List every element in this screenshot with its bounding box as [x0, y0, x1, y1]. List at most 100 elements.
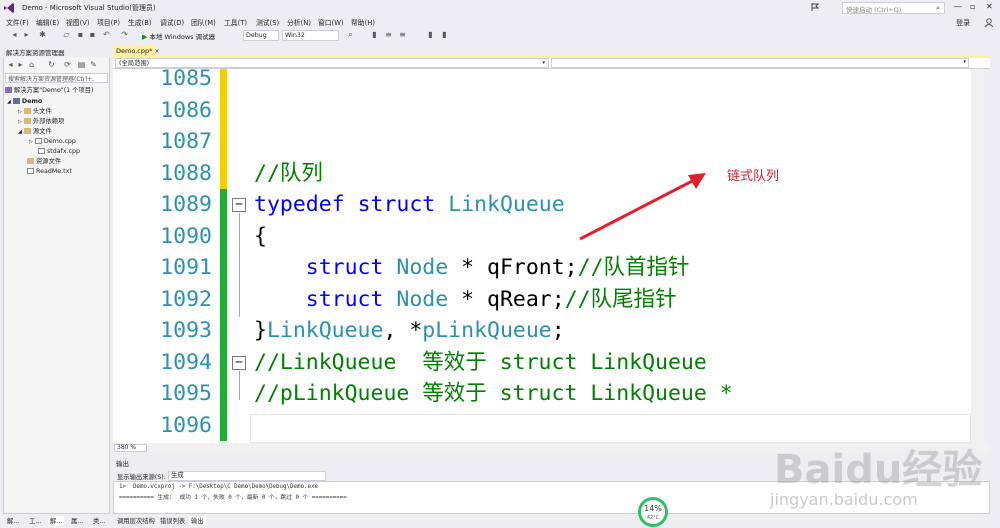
refresh-icon[interactable]: ⟳	[63, 60, 72, 69]
code-token: * qRear;	[448, 286, 565, 312]
change-tracking-bar	[220, 94, 227, 126]
menu-help[interactable]: 帮助(H)	[351, 17, 375, 27]
user-icon[interactable]	[984, 18, 994, 27]
code-token: struct	[305, 255, 384, 280]
save-icon[interactable]: ▪	[76, 30, 85, 39]
tree-item-external-deps[interactable]: ▷ 外部依赖项	[18, 117, 64, 127]
comment-icon[interactable]: ≡	[384, 30, 393, 39]
tab-solution[interactable]: 解...	[48, 516, 65, 525]
collapse-region-icon[interactable]: −	[232, 355, 246, 370]
code-line: struct Node * qFront;//队首指针	[254, 252, 690, 283]
tree-item-stdafx-cpp[interactable]: stdafx.cpp	[38, 147, 80, 156]
bookmark-next-icon[interactable]: ▮	[426, 30, 435, 39]
menu-team[interactable]: 团队(M)	[191, 17, 216, 27]
navigate-forward-icon[interactable]: ▸	[22, 30, 31, 39]
code-line: }LinkQueue, *pLinkQueue;	[254, 315, 565, 346]
change-tracking-bar	[220, 283, 227, 315]
cpu-percent: 14%	[644, 504, 662, 513]
collapse-all-icon[interactable]: ▤	[77, 60, 86, 69]
open-file-icon[interactable]: ▱	[62, 30, 71, 39]
change-tracking-bar	[220, 189, 227, 221]
menu-debug[interactable]: 调试(D)	[160, 17, 184, 27]
bookmark-prev-icon[interactable]: ▮	[440, 30, 449, 39]
change-tracking-bar	[220, 409, 227, 441]
collapse-arrow-icon: ▷	[18, 109, 22, 115]
quick-launch-input[interactable]: 快速启动 (Ctrl+Q)	[842, 2, 945, 14]
tab-error-list[interactable]: 错误列表	[158, 516, 187, 525]
line-number: 1090	[160, 223, 212, 249]
collapse-arrow-icon: ▷	[18, 119, 22, 125]
tree-item-source-files[interactable]: ◢ 源文件	[18, 127, 52, 137]
tab-properties[interactable]: 属...	[69, 516, 85, 525]
code-editor[interactable]: 1085 1086 1087 1088//队列 1089− typedef struct …	[113, 69, 971, 443]
bookmark-icon[interactable]: ▮	[370, 30, 379, 39]
find-icon[interactable]: ⌕	[346, 30, 355, 39]
new-project-icon[interactable]: ✱	[38, 30, 47, 39]
navigate-back-icon[interactable]: ◂	[10, 30, 19, 39]
solution-search-input[interactable]: 搜索解决方案资源管理器(Ctrl+;	[5, 73, 108, 83]
menu-bar: 文件(F) 编辑(E) 视图(V) 项目(P) 生成(B) 调试(D) 团队(M…	[0, 16, 1000, 28]
vertical-scrollbar[interactable]	[971, 69, 985, 443]
solution-platform-select[interactable]: Win32	[282, 30, 339, 41]
menu-project[interactable]: 项目(P)	[97, 17, 120, 27]
forward-icon[interactable]: ▸	[16, 60, 25, 69]
tab-output[interactable]: 输出	[189, 516, 206, 525]
redo-icon[interactable]: ↷	[120, 30, 129, 39]
menu-file[interactable]: 文件(F)	[6, 17, 29, 27]
tree-item-resource-files[interactable]: 资源文件	[27, 157, 61, 166]
start-debugging-button[interactable]: ▶ 本地 Windows 调试器	[142, 31, 215, 41]
fold-guide	[239, 213, 240, 317]
change-tracking-bar	[220, 157, 227, 189]
uncomment-icon[interactable]: ≡	[398, 30, 407, 39]
change-tracking-bar	[220, 220, 227, 252]
scope-dropdown[interactable]: (全局范围) ▾	[115, 58, 549, 68]
menu-window[interactable]: 窗口(W)	[318, 17, 344, 27]
zoom-level-select[interactable]: 380 %	[114, 444, 147, 452]
tab-solution-explorer[interactable]: 解...	[5, 516, 21, 525]
save-all-icon[interactable]: ▪	[88, 30, 97, 39]
line-number: 1094	[160, 349, 212, 375]
menu-analyze[interactable]: 分析(N)	[287, 17, 311, 27]
home-icon[interactable]: ⌂	[27, 60, 36, 69]
minimize-icon[interactable]: —	[954, 2, 962, 11]
feedback-flag-icon[interactable]	[811, 3, 819, 11]
menu-test[interactable]: 测试(S)	[256, 17, 279, 27]
code-token: //队列	[254, 160, 323, 186]
tree-item-solution[interactable]: 解决方案"Demo"(1 个项目)	[5, 86, 94, 95]
solution-configuration-select[interactable]: Debug	[243, 30, 279, 41]
undo-icon[interactable]: ↶	[102, 30, 111, 39]
close-tab-icon[interactable]: ×	[154, 48, 159, 55]
search-icon[interactable]: ⌕	[936, 4, 940, 13]
menu-tools[interactable]: 工具(T)	[224, 17, 247, 27]
code-token: , *	[383, 318, 423, 343]
close-icon[interactable]: ✕	[986, 2, 993, 11]
tab-class-view[interactable]: 类...	[91, 516, 107, 525]
member-dropdown[interactable]: ▾	[551, 58, 969, 68]
tab-toolbox[interactable]: 工...	[27, 516, 43, 525]
properties-icon[interactable]: ✎	[89, 60, 98, 69]
collapse-region-icon[interactable]: −	[232, 198, 246, 212]
tree-item-readme[interactable]: ReadMe.txt	[27, 167, 72, 176]
change-tracking-bar	[220, 252, 227, 284]
maximize-icon[interactable]: ▫	[970, 2, 975, 11]
tab-call-hierarchy[interactable]: 调用层次结构	[115, 516, 157, 525]
tree-item-demo-cpp[interactable]: ▷ Demo.cpp	[29, 137, 76, 147]
tree-item-header-files[interactable]: ▷ 头文件	[18, 107, 52, 117]
output-source-select[interactable]: 生成	[168, 471, 326, 481]
tree-item-project[interactable]: ◢ Demo	[7, 97, 42, 107]
fold-guide	[239, 370, 240, 400]
code-token: LinkQueue	[448, 192, 565, 217]
sync-icon[interactable]: ↻	[47, 60, 56, 69]
change-tracking-bar	[220, 346, 227, 378]
visual-studio-logo-icon	[4, 3, 14, 13]
menu-view[interactable]: 视图(V)	[66, 17, 90, 27]
change-tracking-bar	[220, 315, 227, 347]
cpp-file-icon	[34, 138, 42, 144]
login-link[interactable]: 登录	[956, 18, 970, 28]
chevron-down-icon: ▾	[963, 59, 966, 65]
menu-build[interactable]: 生成(B)	[128, 17, 152, 27]
menu-edit[interactable]: 编辑(E)	[36, 17, 59, 27]
back-icon[interactable]: ◂	[6, 60, 15, 69]
